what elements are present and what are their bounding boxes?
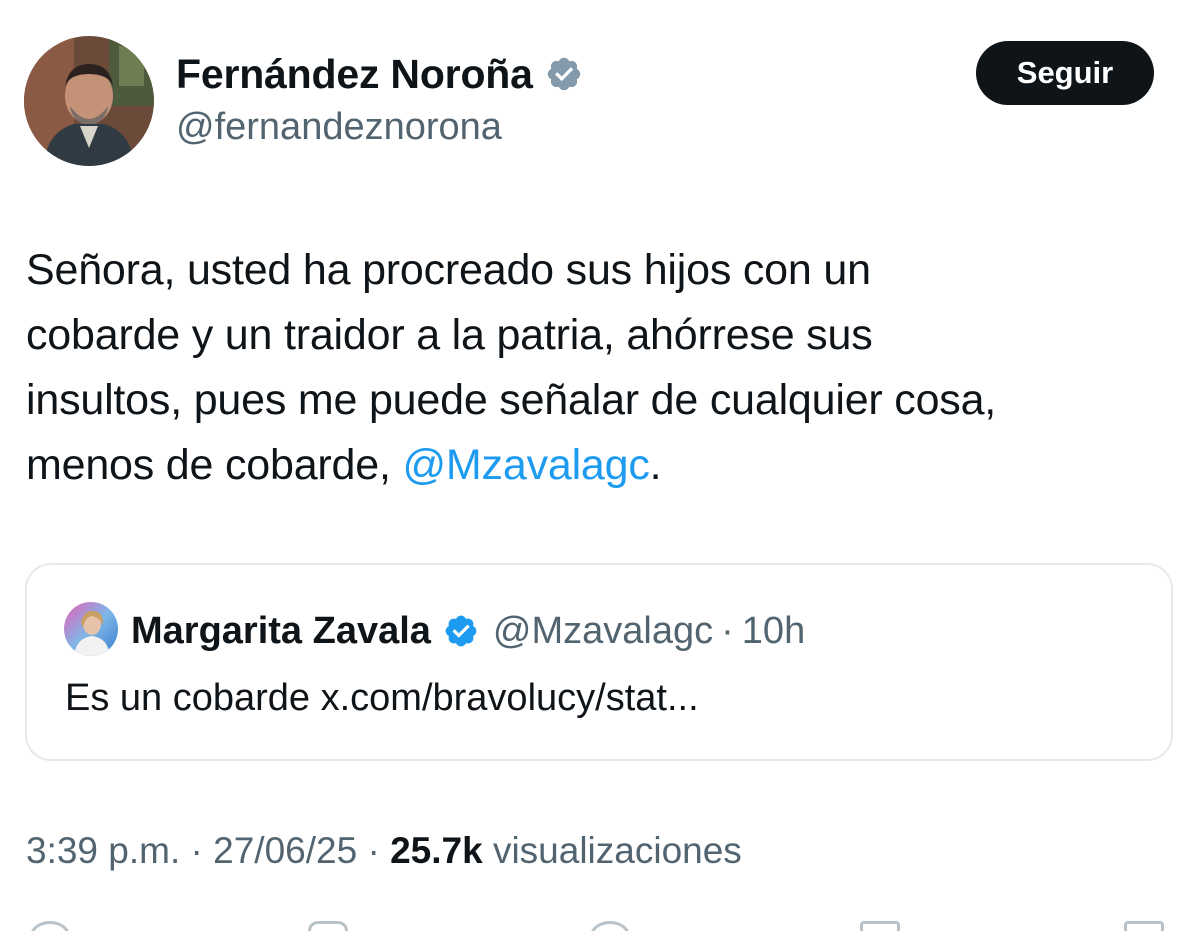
like-icon[interactable] bbox=[590, 921, 630, 931]
views-label: visualizaciones bbox=[482, 830, 742, 871]
separator-dot: · bbox=[357, 830, 391, 871]
tweet-line: insultos, pues me puede señalar de cualq… bbox=[26, 376, 997, 424]
quoted-author-avatar[interactable] bbox=[64, 602, 118, 656]
quoted-author-name[interactable]: Margarita Zavala bbox=[131, 610, 431, 653]
separator-dot: · bbox=[180, 830, 214, 871]
tweet-meta: 3:39 p.m. · 27/06/25 · 25.7k visualizaci… bbox=[26, 830, 742, 872]
mention-link[interactable]: @Mzavalagc bbox=[402, 441, 649, 489]
quoted-text: Es un cobarde x.com/bravolucy/stat... bbox=[65, 677, 699, 719]
tweet-line-text: menos de cobarde, bbox=[26, 441, 403, 489]
tweet-line: cobarde y un traidor a la patria, ahórre… bbox=[26, 311, 873, 359]
tweet-view: Fernández Noroña @fernandeznorona Seguir… bbox=[0, 0, 1200, 931]
tweet-text: Señora, usted ha procreado sus hijos con… bbox=[26, 238, 1176, 498]
author-avatar[interactable] bbox=[24, 36, 154, 166]
tweet-trailing-text: . bbox=[649, 441, 662, 489]
quoted-tweet-card[interactable]: Margarita Zavala @Mzavalagc · 10h Es un … bbox=[25, 563, 1173, 761]
tweet-line-last: menos de cobarde, @Mzavalagc. bbox=[26, 433, 1176, 498]
quoted-header: Margarita Zavala @Mzavalagc · 10h bbox=[131, 605, 805, 657]
tweet-time[interactable]: 3:39 p.m. bbox=[26, 830, 180, 871]
author-name-row[interactable]: Fernández Noroña bbox=[176, 48, 583, 100]
quoted-author-handle[interactable]: @Mzavalagc bbox=[493, 610, 713, 653]
bookmark-icon[interactable] bbox=[860, 921, 900, 931]
tweet-line: Señora, usted ha procreado sus hijos con… bbox=[26, 246, 871, 294]
tweet-date[interactable]: 27/06/25 bbox=[213, 830, 357, 871]
author-handle[interactable]: @fernandeznorona bbox=[176, 106, 502, 149]
separator-dot: · bbox=[721, 609, 734, 652]
share-icon[interactable] bbox=[1124, 921, 1164, 931]
reply-icon[interactable] bbox=[30, 921, 70, 931]
action-bar bbox=[0, 915, 1200, 931]
verified-badge-icon bbox=[547, 57, 580, 91]
author-name[interactable]: Fernández Noroña bbox=[176, 51, 533, 98]
follow-button[interactable]: Seguir bbox=[976, 41, 1154, 105]
quoted-timestamp[interactable]: 10h bbox=[742, 610, 805, 653]
views-count[interactable]: 25.7k bbox=[390, 830, 483, 871]
verified-badge-icon bbox=[445, 615, 477, 647]
retweet-icon[interactable] bbox=[308, 921, 348, 931]
